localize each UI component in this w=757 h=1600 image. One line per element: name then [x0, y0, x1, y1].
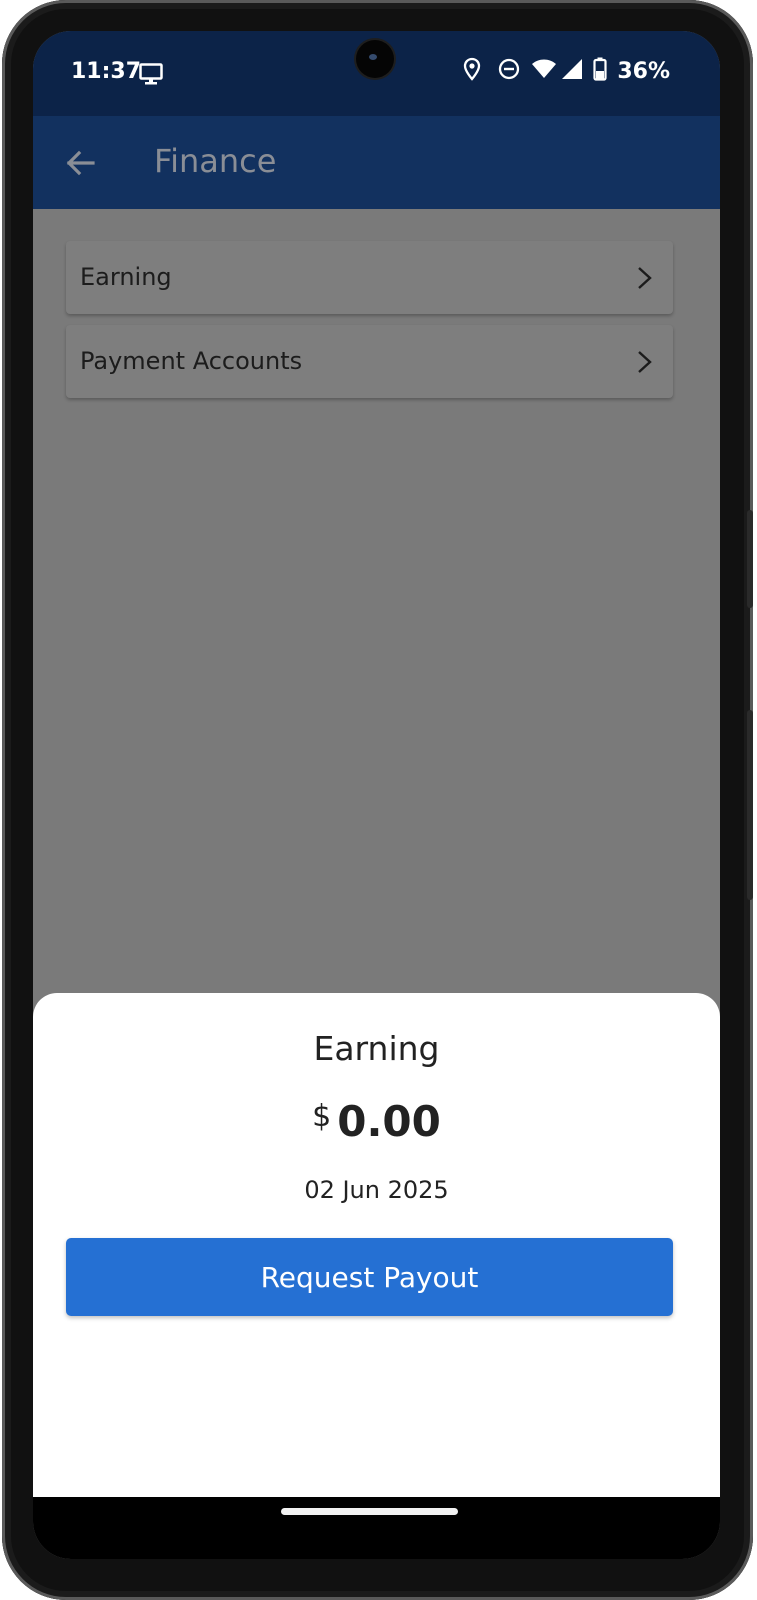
menu-item-label: Earning [80, 263, 172, 291]
location-icon [463, 57, 481, 85]
earning-amount: $0.00 [33, 1097, 720, 1146]
sheet-title: Earning [313, 1029, 440, 1068]
battery-icon [593, 57, 607, 85]
earning-bottom-sheet: Earning $0.00 02 Jun 2025 Request Payout [33, 993, 720, 1497]
battery-percent: 36% [617, 58, 670, 84]
device-frame: 11:37 36% Finance Earning Payment Accoun… [2, 0, 753, 1600]
app-bar: Finance [33, 116, 720, 209]
power-button [747, 710, 753, 900]
status-time: 11:37 [71, 59, 142, 84]
chevron-right-icon [637, 266, 653, 294]
menu-item-payment-accounts[interactable]: Payment Accounts [66, 325, 673, 398]
request-payout-button[interactable]: Request Payout [66, 1238, 673, 1316]
signal-icon [561, 58, 583, 84]
arrow-left-icon[interactable] [63, 146, 97, 180]
monitor-icon [139, 63, 163, 89]
status-icons: 36% [463, 57, 670, 85]
volume-button [747, 510, 753, 608]
front-camera [356, 40, 394, 78]
home-gesture-handle[interactable] [281, 1508, 458, 1515]
currency-symbol: $ [312, 1099, 332, 1134]
chevron-right-icon [637, 350, 653, 378]
wifi-icon [531, 58, 557, 84]
system-nav-bar [33, 1497, 720, 1559]
status-bar: 11:37 36% [33, 31, 720, 116]
menu-item-earning[interactable]: Earning [66, 241, 673, 314]
amount-value: 0.00 [337, 1097, 441, 1146]
earning-date: 02 Jun 2025 [304, 1176, 449, 1204]
page-title: Finance [154, 142, 277, 180]
menu-item-label: Payment Accounts [80, 347, 303, 375]
do-not-disturb-icon [497, 57, 521, 85]
screen: 11:37 36% Finance Earning Payment Accoun… [33, 31, 720, 1559]
